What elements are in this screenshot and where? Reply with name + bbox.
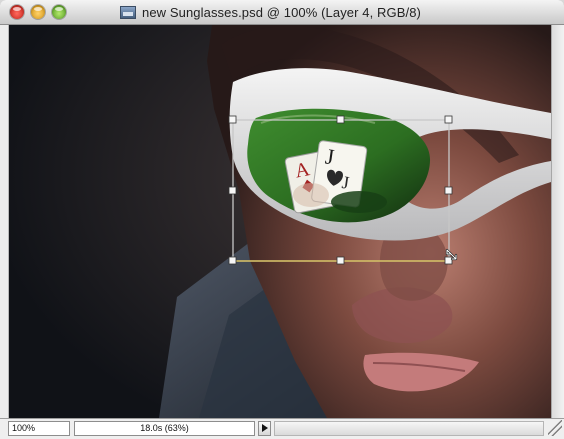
zoom-level-field[interactable]: 100% <box>8 421 70 436</box>
status-bar: 100% 18.0s (63%) <box>0 418 564 439</box>
minimize-icon[interactable] <box>31 5 45 19</box>
title-bar[interactable]: new Sunglasses.psd @ 100% (Layer 4, RGB/… <box>0 0 564 25</box>
sunglasses-photo: A J J <box>9 25 551 418</box>
window-title: new Sunglasses.psd @ 100% (Layer 4, RGB/… <box>142 4 421 20</box>
maximize-icon[interactable] <box>52 5 66 19</box>
horizontal-scrollbar[interactable] <box>274 421 544 436</box>
window-title-group: new Sunglasses.psd @ 100% (Layer 4, RGB/… <box>120 3 421 21</box>
psd-document-icon[interactable] <box>120 5 136 19</box>
vertical-scrollbar[interactable] <box>551 25 564 418</box>
triangle-right-icon[interactable] <box>258 421 271 436</box>
left-gutter <box>0 25 9 418</box>
photoshop-document-window: new Sunglasses.psd @ 100% (Layer 4, RGB/… <box>0 0 564 439</box>
document-info-field: 18.0s (63%) <box>74 421 255 436</box>
window-resize-grip-icon[interactable] <box>548 420 562 436</box>
document-canvas[interactable]: A J J <box>9 25 551 418</box>
close-icon[interactable] <box>10 5 24 19</box>
